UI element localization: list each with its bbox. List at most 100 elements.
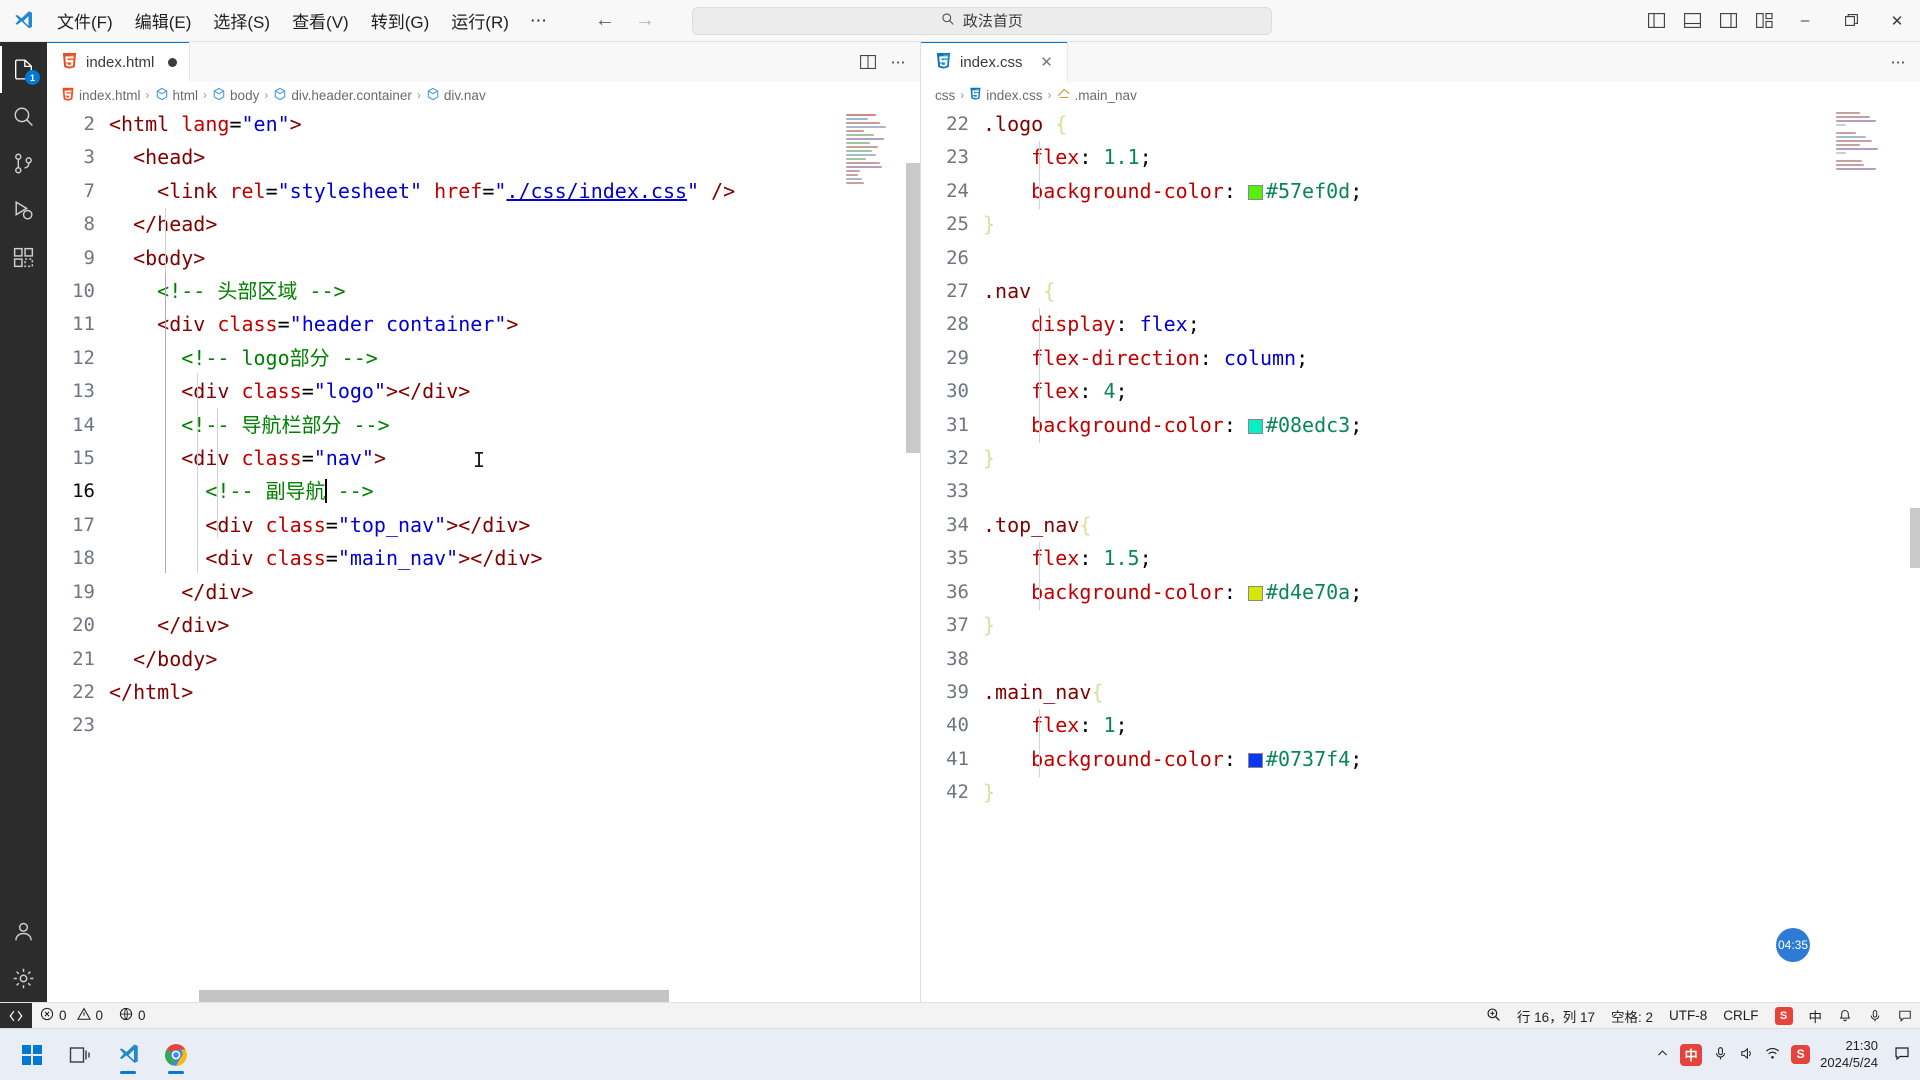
back-arrow-icon[interactable]: ←	[594, 9, 616, 32]
breadcrumb-symbol-header[interactable]: div.header.container	[273, 87, 412, 104]
window-maximize-button[interactable]	[1828, 0, 1874, 42]
problems-indicator[interactable]: 0 0	[32, 1003, 111, 1029]
microphone-icon[interactable]	[1713, 1046, 1728, 1064]
remote-window-indicator[interactable]	[0, 1002, 32, 1029]
titlebar-right-controls: – ✕	[1638, 0, 1920, 42]
window-close-button[interactable]: ✕	[1874, 0, 1920, 42]
code-content-css[interactable]: .logo { flex: 1.1; background-color: #57…	[983, 108, 1920, 1002]
task-view-icon[interactable]	[58, 1033, 102, 1077]
chevron-up-icon[interactable]	[1656, 1047, 1669, 1063]
vertical-scrollbar-right[interactable]	[1910, 508, 1920, 568]
editor-group-right: index.css ✕ ⋯ css › index.css › .main_na…	[920, 42, 1920, 1002]
volume-icon[interactable]	[1739, 1046, 1754, 1064]
line-number: 27	[946, 280, 969, 303]
sidebar-item-explorer[interactable]: 1	[0, 46, 47, 93]
unsaved-indicator-icon[interactable]	[168, 57, 178, 67]
menu-edit[interactable]: 编辑(E)	[124, 4, 203, 37]
sidebar-item-source-control[interactable]	[0, 140, 47, 187]
code-content-html[interactable]: <html lang="en"> <head> <link rel="style…	[109, 108, 920, 1002]
color-swatch-top-nav[interactable]	[1247, 585, 1263, 601]
breadcrumb-symbol-main-nav[interactable]: .main_nav	[1057, 87, 1137, 103]
vscode-taskbar-icon[interactable]	[106, 1033, 150, 1077]
ime-mode-badge[interactable]: 中	[1680, 1043, 1703, 1066]
zoom-indicator[interactable]	[1478, 1003, 1509, 1029]
code-editor-css[interactable]: 22 23 24 25 26 27 28 29 30 31 32 33 34 3…	[921, 108, 1920, 1002]
color-swatch-nav[interactable]	[1247, 418, 1263, 434]
code-line: flex-direction: column;	[1031, 345, 1309, 370]
notification-icon[interactable]	[1894, 1045, 1910, 1064]
editor-area: index.html ⋯ index.html › html › body › …	[47, 42, 1920, 1002]
vertical-scrollbar-left[interactable]	[906, 163, 920, 453]
menu-view[interactable]: 查看(V)	[281, 4, 360, 37]
breadcrumb-symbol-html[interactable]: html	[155, 87, 198, 104]
command-center-text: 政法首页	[962, 13, 1023, 30]
network-icon[interactable]	[1765, 1046, 1780, 1064]
code-line: flex: 4;	[1031, 379, 1128, 404]
accounts-icon[interactable]	[0, 908, 47, 955]
command-center[interactable]: 政法首页	[691, 6, 1272, 35]
menu-go[interactable]: 转到(G)	[360, 4, 441, 37]
toggle-primary-sidebar-icon[interactable]	[1638, 5, 1674, 37]
menu-run[interactable]: 运行(R)	[440, 4, 520, 37]
breadcrumb-file[interactable]: index.html	[61, 87, 141, 104]
menu-file[interactable]: 文件(F)	[46, 4, 124, 37]
horizontal-scrollbar-left[interactable]	[199, 990, 669, 1002]
code-line: display: flex;	[1031, 312, 1200, 337]
ports-indicator[interactable]: 0	[111, 1003, 154, 1029]
more-actions-icon[interactable]: ⋯	[884, 48, 912, 76]
tab-index-html[interactable]: index.html	[47, 42, 191, 82]
title-bar: 文件(F) 编辑(E) 选择(S) 查看(V) 转到(G) 运行(R) ⋯ ← …	[0, 0, 1920, 42]
eol-setting[interactable]: CRLF	[1715, 1003, 1766, 1029]
sidebar-item-run-and-debug[interactable]	[0, 187, 47, 234]
line-number: 34	[946, 513, 969, 536]
toggle-panel-icon[interactable]	[1674, 5, 1710, 37]
breadcrumb-folder-label: css	[935, 87, 956, 103]
split-editor-icon[interactable]	[854, 48, 882, 76]
toggle-secondary-sidebar-icon[interactable]	[1710, 5, 1746, 37]
settings-gear-icon[interactable]	[0, 955, 47, 1002]
microphone-icon[interactable]	[1860, 1003, 1890, 1029]
line-number: 41	[946, 747, 969, 770]
color-swatch-logo[interactable]	[1247, 184, 1263, 200]
menu-more-icon[interactable]: ⋯	[520, 7, 558, 35]
sogou-pinyin-icon[interactable]: S	[1791, 1045, 1811, 1064]
encoding-setting[interactable]: UTF-8	[1661, 1003, 1715, 1029]
close-icon[interactable]: ✕	[1039, 53, 1055, 71]
code-editor-html[interactable]: 2 3 7 8 9 10 11 12 13 14 15 16 17 18 19 …	[47, 108, 920, 1002]
taskbar-clock[interactable]: 21:30 2024/5/24	[1820, 1038, 1884, 1071]
breadcrumb-file-css[interactable]: index.css	[969, 87, 1043, 103]
breadcrumb-symbol-body[interactable]: body	[212, 87, 259, 104]
sidebar-item-extensions[interactable]	[0, 234, 47, 281]
cursor-position[interactable]: 行 16，列 17	[1509, 1003, 1603, 1029]
tab-label: index.html	[86, 53, 155, 71]
line-number: 37	[946, 614, 969, 637]
ime-mode-indicator[interactable]: 中	[1801, 1003, 1831, 1029]
code-line: }	[983, 780, 996, 805]
breadcrumb-symbol-nav[interactable]: div.nav	[426, 87, 486, 104]
feedback-icon[interactable]	[1890, 1003, 1920, 1029]
customize-layout-icon[interactable]	[1746, 5, 1782, 37]
bell-icon[interactable]	[1830, 1003, 1860, 1029]
line-number: 12	[72, 346, 95, 369]
chrome-taskbar-icon[interactable]	[154, 1033, 198, 1077]
line-number: 22	[72, 680, 95, 703]
line-number-active: 16	[72, 480, 95, 503]
tab-index-css[interactable]: index.css ✕	[921, 42, 1068, 82]
breadcrumb-symbol-label: div.header.container	[291, 87, 412, 103]
breadcrumb-separator-icon: ›	[264, 88, 269, 102]
breadcrumb-folder-css[interactable]: css	[935, 88, 955, 103]
explorer-badge: 1	[25, 70, 40, 85]
more-actions-icon[interactable]: ⋯	[1884, 48, 1912, 76]
sidebar-item-search[interactable]	[0, 93, 47, 140]
indentation-setting[interactable]: 空格: 2	[1603, 1003, 1661, 1029]
breadcrumb-file-label: index.css	[986, 87, 1043, 103]
windows-start-icon[interactable]	[10, 1033, 54, 1077]
css-value-nav-flex-direction: column	[1223, 345, 1297, 370]
timer-badge[interactable]: 04:35	[1776, 928, 1810, 962]
window-minimize-button[interactable]: –	[1782, 0, 1828, 42]
menu-selection[interactable]: 选择(S)	[202, 4, 281, 37]
color-swatch-main-nav[interactable]	[1247, 752, 1263, 768]
css-value-logo-color: #57ef0d	[1265, 178, 1351, 203]
sogou-ime-icon[interactable]: S	[1767, 1003, 1801, 1029]
forward-arrow-icon[interactable]: →	[634, 9, 656, 32]
